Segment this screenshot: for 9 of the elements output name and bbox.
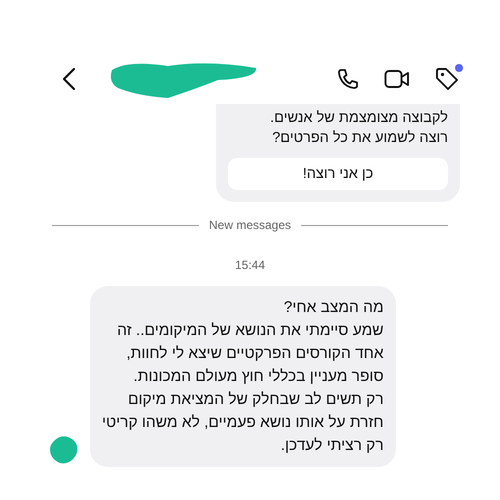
back-icon[interactable] [62,67,76,91]
tag-icon[interactable] [434,66,460,92]
video-camera-icon[interactable] [384,68,410,90]
divider-label: New messages [208,218,292,232]
reply-button[interactable]: כן אני רוצה! [228,158,448,190]
timestamp: 15:44 [234,258,266,272]
message-text: מה המצב אחי? שמע סיימתי את הנושא של המיקומים.. זה אחד הקורסים הפרקטיים שיצא לי לחוות, סופר מעניין בכללי חוץ מעולם המכונות. רק תשים לב שבחלק של המציאת מיקום חזרת על אותו נושא פעמיים, לא משהו קריטי רק רציתי לעדכן. [102,298,384,456]
phone-icon[interactable] [336,67,360,91]
message-text: לקבוצה מצומצמת של אנשים. רוצה לשמוע את כל הפרטים? [269,109,448,148]
